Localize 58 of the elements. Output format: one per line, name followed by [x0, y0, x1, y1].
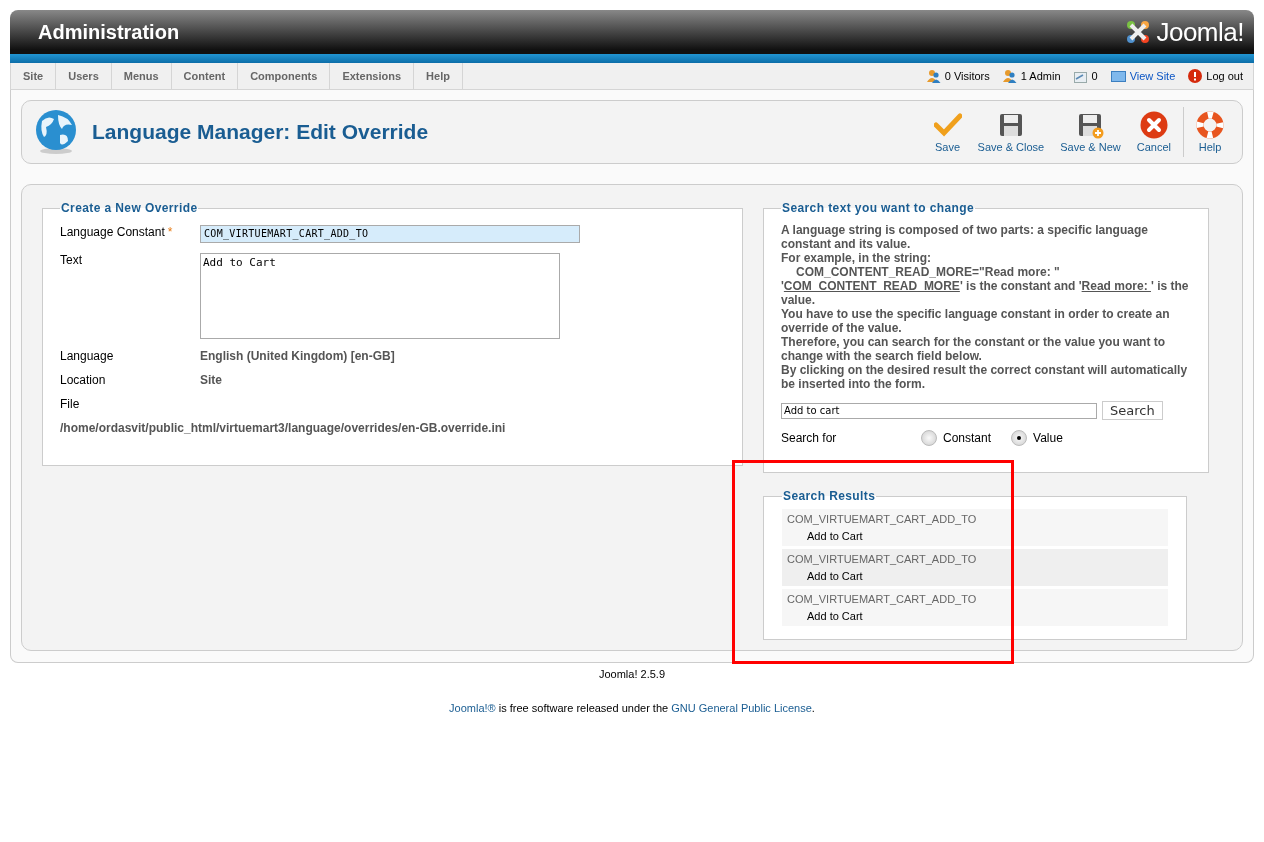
search-result-item[interactable]: COM_VIRTUEMART_CART_ADD_TO Add to Cart [782, 509, 1168, 546]
radio-button[interactable] [921, 430, 937, 446]
text-field[interactable]: Add to Cart [200, 253, 560, 339]
license-text: Joomla!® is free software released under the GNU General Public License. [448, 702, 816, 714]
page-title: Language Manager: Edit Override [92, 120, 429, 144]
toolbar-button[interactable]: Cancel [1128, 111, 1179, 153]
panel-legend: Search Results [782, 489, 877, 503]
lifebuoy-icon [1196, 111, 1224, 139]
monitor-icon [1110, 70, 1126, 82]
globe-icon [34, 109, 78, 155]
checkmark-icon [933, 111, 962, 139]
search-result-item[interactable]: COM_VIRTUEMART_CART_ADD_TO Add to Cart [782, 589, 1168, 626]
toolbar-button[interactable]: Help [1188, 111, 1232, 153]
view-site-link[interactable]: View Site [1129, 70, 1176, 82]
menu-item[interactable]: Users [56, 63, 112, 89]
search-result-item[interactable]: COM_VIRTUEMART_CART_ADD_TO Add to Cart [782, 549, 1168, 586]
user-icon [926, 69, 941, 83]
footer-link[interactable]: Joomla!® [449, 702, 496, 714]
toolbar-button[interactable]: Save & Close [969, 111, 1053, 153]
help-text: A language string is composed of two parts: a specific language constant and its value. For example, in the string: COM_CONTENT_READ_MORE="Read more: " 'COM_CONTENT_READ_MORE' is the constant and 'Read more: ' is the value. You have to use the specific language constant in order to create an override of the value. Therefore, you can search for the constant or the value you want to change with the search field below. By clicking on the desired result the correct constant will automatically be inserted into the form. [781, 223, 1190, 391]
radio-label: Constant [943, 431, 992, 445]
toolbar-button[interactable]: Save [925, 111, 970, 153]
header-title: Administration [38, 20, 180, 44]
language-constant-field[interactable]: COM_VIRTUEMART_CART_ADD_TO [200, 225, 580, 243]
status-count: 0 [1091, 70, 1098, 82]
toolbar-button[interactable]: Save & New [1052, 111, 1129, 153]
menu-item[interactable]: Content [171, 63, 239, 89]
menu-item[interactable]: Help [414, 63, 463, 89]
radio-button[interactable] [1011, 430, 1028, 446]
file-path: /home/ordasvit/public_html/virtuemart3/language/overrides/en-GB.override.ini [60, 421, 507, 435]
version-text: Joomla! 2.5.9 [597, 668, 666, 680]
status-count: 0 Visitors [944, 70, 990, 82]
field-label: File [60, 397, 81, 411]
field-label: Language Constant * [60, 225, 174, 241]
radio-label: Value [1033, 431, 1063, 445]
logout-link[interactable]: Log out [1206, 70, 1243, 82]
search-button[interactable]: Search [1102, 401, 1163, 420]
logo-text: Joomla! [1156, 16, 1244, 48]
menu-item[interactable]: Menus [111, 63, 172, 89]
panel-legend: Create a New Override [60, 201, 199, 215]
status-count: 1 Admin [1020, 70, 1061, 82]
panel-legend: Search text you want to change [781, 201, 976, 215]
search-for-label: Search for [781, 431, 838, 445]
menu-item[interactable]: Components [238, 63, 331, 89]
search-field[interactable]: Add to cart [781, 402, 1097, 419]
message-icon [1073, 69, 1088, 83]
field-label: Text [60, 253, 83, 269]
field-value: English (United Kingdom) [en-GB] [200, 349, 395, 363]
cancel-icon [1139, 111, 1168, 139]
field-label: Location [60, 373, 107, 387]
field-label: Language [60, 349, 115, 363]
menu-item[interactable]: Extensions [330, 63, 415, 89]
menu-item[interactable]: Site [11, 63, 57, 89]
field-value: Site [200, 373, 222, 387]
floppy-disk-plus-icon [1076, 111, 1105, 139]
logout-icon [1188, 69, 1203, 83]
user-icon [1002, 69, 1017, 83]
footer-link[interactable]: GNU General Public License [671, 702, 812, 714]
